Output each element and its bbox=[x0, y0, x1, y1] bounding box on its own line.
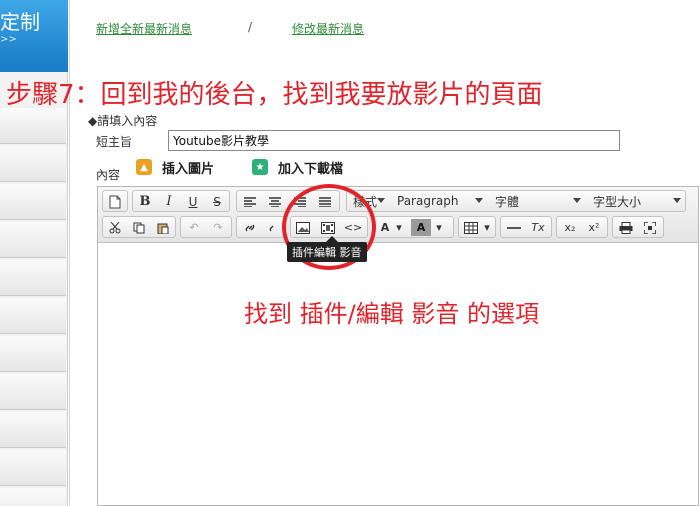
font-dropdown[interactable]: 字體 bbox=[489, 191, 585, 211]
star-download-icon: ★ bbox=[252, 159, 268, 175]
format-dropdown-group: 樣式 Paragraph 字體 字型大小 bbox=[346, 190, 686, 212]
sidebar-item[interactable] bbox=[0, 488, 66, 506]
sidebar-item[interactable] bbox=[0, 146, 66, 182]
table-group: ▾ bbox=[458, 216, 496, 238]
sidebar-item[interactable] bbox=[0, 336, 66, 372]
link-separator: / bbox=[248, 20, 253, 34]
subject-input[interactable] bbox=[168, 130, 620, 151]
font-size-dropdown-label: 字型大小 bbox=[593, 194, 642, 209]
redo-icon[interactable]: ↷ bbox=[208, 219, 228, 236]
paragraph-dropdown-label: Paragraph bbox=[397, 194, 459, 208]
find-caption: 找到 插件/編輯 影音 的選項 bbox=[244, 300, 539, 328]
sidebar-title: 定制 bbox=[0, 10, 40, 34]
underline-button[interactable]: U bbox=[183, 193, 203, 210]
image-upload-icon: ▲ bbox=[136, 159, 152, 175]
sidebar-item[interactable] bbox=[0, 450, 66, 486]
sidebar-item[interactable] bbox=[0, 184, 66, 220]
font-size-dropdown[interactable]: 字型大小 bbox=[587, 191, 685, 211]
text-color-button[interactable]: A bbox=[375, 219, 395, 236]
content-label: 內容 bbox=[96, 168, 121, 182]
undo-group: ↶ ↷ bbox=[180, 216, 232, 238]
add-news-link[interactable]: 新增全新最新消息 bbox=[96, 20, 192, 37]
clipboard-group bbox=[102, 216, 176, 238]
strike-button[interactable]: S bbox=[207, 193, 227, 210]
copy-icon[interactable] bbox=[129, 219, 149, 236]
italic-button[interactable]: I bbox=[159, 193, 179, 210]
link-group bbox=[236, 216, 286, 238]
sidebar-item[interactable] bbox=[0, 108, 66, 144]
new-page-group bbox=[102, 190, 128, 212]
chevron-down-icon bbox=[377, 198, 385, 203]
unlink-icon[interactable] bbox=[264, 219, 284, 236]
align-left-icon[interactable] bbox=[240, 193, 260, 210]
align-center-icon[interactable] bbox=[265, 193, 285, 210]
chevron-down-icon bbox=[475, 198, 483, 203]
text-style-group: B I U S bbox=[132, 190, 230, 212]
chevron-down-icon[interactable]: ▾ bbox=[433, 219, 445, 236]
add-download-label: 加入下載檔 bbox=[278, 161, 344, 177]
rich-text-editor[interactable]: B I U S 樣式 Paragraph 字體 字型大小 ↶ ↷ <> A ▾ … bbox=[97, 186, 699, 506]
color-group: A ▾ A ▾ bbox=[372, 216, 454, 238]
insert-image-label: 插入圖片 bbox=[162, 161, 215, 177]
link-icon[interactable] bbox=[240, 219, 260, 236]
horizontal-rule-icon[interactable] bbox=[504, 219, 524, 236]
paragraph-dropdown[interactable]: Paragraph bbox=[391, 191, 487, 211]
fill-content-label: ◆請填入內容 bbox=[88, 114, 158, 128]
print-icon[interactable] bbox=[616, 219, 636, 236]
paste-icon[interactable] bbox=[153, 219, 173, 236]
chevron-down-icon[interactable]: ▾ bbox=[481, 219, 493, 236]
new-page-icon[interactable] bbox=[105, 193, 125, 210]
chevron-down-icon bbox=[573, 198, 581, 203]
tools-group bbox=[612, 216, 664, 238]
editor-toolbar: B I U S 樣式 Paragraph 字體 字型大小 ↶ ↷ <> A ▾ … bbox=[98, 187, 698, 243]
format-group: Tx bbox=[500, 216, 552, 238]
media-tooltip: 插件編輯 影音 bbox=[287, 242, 367, 262]
sidebar-item[interactable] bbox=[0, 260, 66, 296]
subject-label: 短主旨 bbox=[96, 135, 133, 149]
cut-icon[interactable] bbox=[105, 219, 125, 236]
undo-icon[interactable]: ↶ bbox=[184, 219, 204, 236]
remove-format-button[interactable]: Tx bbox=[528, 219, 548, 236]
bold-button[interactable]: B bbox=[135, 193, 155, 210]
edit-news-link[interactable]: 修改最新消息 bbox=[292, 20, 364, 37]
sidebar-item[interactable] bbox=[0, 222, 66, 258]
sidebar-item[interactable] bbox=[0, 412, 66, 448]
sidebar-item[interactable] bbox=[0, 298, 66, 334]
add-download-button[interactable]: ★ 加入下載檔 bbox=[252, 156, 362, 178]
insert-image-button[interactable]: ▲ 插入圖片 bbox=[136, 156, 240, 178]
sidebar-subtitle: >> bbox=[0, 34, 17, 45]
script-group: x₂ x² bbox=[556, 216, 608, 238]
subscript-button[interactable]: x₂ bbox=[560, 219, 580, 236]
font-dropdown-label: 字體 bbox=[495, 194, 520, 209]
step-caption: 步驟7：回到我的後台，找到我要放影片的頁面 bbox=[6, 80, 543, 110]
sidebar-item[interactable] bbox=[0, 374, 66, 410]
chevron-down-icon bbox=[673, 198, 681, 203]
table-icon[interactable] bbox=[461, 219, 481, 236]
sidebar-header[interactable]: 定制 >> bbox=[0, 0, 68, 64]
background-color-button[interactable]: A bbox=[411, 219, 431, 236]
sidebar-divider bbox=[0, 64, 68, 72]
maximize-icon[interactable] bbox=[640, 219, 660, 236]
chevron-down-icon[interactable]: ▾ bbox=[393, 219, 405, 236]
superscript-button[interactable]: x² bbox=[584, 219, 604, 236]
